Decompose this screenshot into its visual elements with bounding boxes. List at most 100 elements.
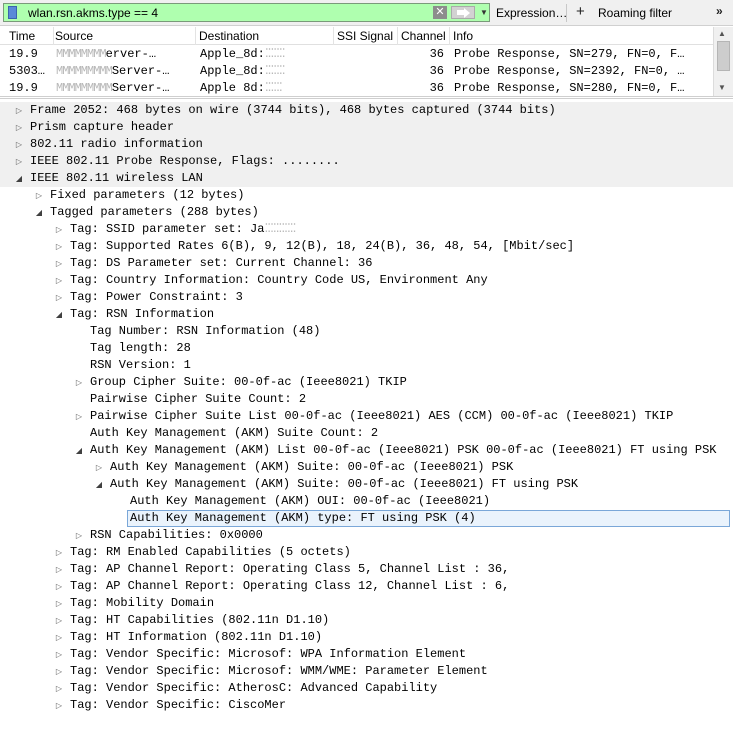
- tree-item[interactable]: ▷ Tag: AP Channel Report: Operating Class…: [0, 561, 733, 578]
- tree-item-label: Auth Key Management (AKM) Suite: 00-0f-a…: [110, 460, 514, 474]
- cell-time: 19.9: [9, 46, 51, 63]
- cell-info: Probe Response, SN=279, FN=0, F…: [454, 46, 704, 63]
- tree-item[interactable]: ▷ Prism capture header: [0, 119, 733, 136]
- expand-arrow-icon[interactable]: ▷: [54, 612, 64, 629]
- tree-item[interactable]: ▷ Auth Key Management (AKM) Suite: 00-0f-…: [0, 459, 733, 476]
- collapse-arrow-icon[interactable]: ◢: [54, 306, 64, 323]
- display-filter-input[interactable]: [26, 4, 426, 21]
- expand-arrow-icon[interactable]: ▷: [54, 697, 64, 714]
- tree-item[interactable]: ▷ Pairwise Cipher Suite List 00-0f-ac (Ie…: [0, 408, 733, 425]
- packet-row[interactable]: 19.9 MMMMMMMMerver-… Apple_8d:⁚⁚⁚⁚⁚⁚⁚ 36 Pro…: [0, 46, 713, 63]
- tree-item[interactable]: ◢ Auth Key Management (AKM) List 00-0f-ac…: [0, 442, 733, 459]
- scroll-up-icon[interactable]: ▲: [718, 29, 726, 38]
- tree-item[interactable]: ▷ IEEE 802.11 Probe Response, Flags: ....…: [0, 153, 733, 170]
- roaming-filter-button[interactable]: Roaming filter: [598, 6, 672, 20]
- tree-item[interactable]: ▷ Tag: SSID parameter set: Ja⁚⁚⁚⁚⁚⁚⁚⁚⁚⁚⁚: [0, 221, 733, 238]
- column-header-info[interactable]: Info: [450, 27, 713, 45]
- collapse-arrow-icon[interactable]: ◢: [34, 204, 44, 221]
- tree-item[interactable]: ▷ Group Cipher Suite: 00-0f-ac (Ieee8021)…: [0, 374, 733, 391]
- expand-arrow-icon[interactable]: ▷: [54, 255, 64, 272]
- tree-item[interactable]: ▷ Tag: HT Capabilities (802.11n D1.10): [0, 612, 733, 629]
- expand-arrow-icon[interactable]: ▷: [74, 408, 84, 425]
- tree-item[interactable]: ▷ Tag: Power Constraint: 3: [0, 289, 733, 306]
- tree-item[interactable]: Auth Key Management (AKM) OUI: 00-0f-ac …: [0, 493, 733, 510]
- tree-item-selected[interactable]: Auth Key Management (AKM) type: FT using…: [0, 510, 733, 527]
- expand-arrow-icon[interactable]: ▷: [34, 187, 44, 204]
- expression-button[interactable]: Expression…: [496, 6, 567, 20]
- expand-arrow-icon[interactable]: ▷: [54, 221, 64, 238]
- tree-item-label: Auth Key Management (AKM) OUI: 00-0f-ac …: [130, 494, 491, 508]
- tree-item-label: Tag: RSN Information: [70, 307, 215, 321]
- scroll-thumb[interactable]: [717, 41, 730, 71]
- collapse-arrow-icon[interactable]: ◢: [14, 170, 24, 187]
- expand-arrow-icon[interactable]: ▷: [54, 663, 64, 680]
- tree-item[interactable]: ▷ RSN Capabilities: 0x0000: [0, 527, 733, 544]
- collapse-arrow-icon[interactable]: ◢: [74, 442, 84, 459]
- expand-arrow-icon[interactable]: ▷: [54, 289, 64, 306]
- cell-info: Probe Response, SN=2392, FN=0, …: [454, 63, 704, 80]
- tree-item[interactable]: ◢ Tag: RSN Information: [0, 306, 733, 323]
- tree-item[interactable]: ◢ Auth Key Management (AKM) Suite: 00-0f-…: [0, 476, 733, 493]
- expand-arrow-icon[interactable]: ▷: [74, 527, 84, 544]
- expand-arrow-icon[interactable]: ▷: [54, 629, 64, 646]
- expand-arrow-icon[interactable]: ▷: [54, 238, 64, 255]
- tree-item[interactable]: ◢ Tagged parameters (288 bytes): [0, 204, 733, 221]
- bookmark-icon[interactable]: [8, 6, 17, 19]
- column-header-channel[interactable]: Channel: [398, 27, 450, 45]
- expand-arrow-icon[interactable]: ▷: [54, 272, 64, 289]
- tree-item[interactable]: Pairwise Cipher Suite Count: 2: [0, 391, 733, 408]
- apply-filter-icon[interactable]: [451, 6, 475, 19]
- tree-item[interactable]: ▷ Frame 2052: 468 bytes on wire (3744 bit…: [0, 102, 733, 119]
- column-header-ssi-signal[interactable]: SSI Signal: [334, 27, 398, 45]
- tree-item-label: Tag: Supported Rates 6(B), 9, 12(B), 18,…: [70, 239, 575, 253]
- tree-item-label: Frame 2052: 468 bytes on wire (3744 bits…: [30, 103, 556, 117]
- expand-arrow-icon[interactable]: ▷: [54, 646, 64, 663]
- expand-arrow-icon[interactable]: ▷: [74, 374, 84, 391]
- toolbar-separator: [566, 4, 567, 22]
- expand-arrow-icon[interactable]: ▷: [94, 459, 104, 476]
- expand-arrow-icon[interactable]: ▷: [14, 153, 24, 170]
- tree-item[interactable]: ▷ Tag: Vendor Specific: CiscoMer: [0, 697, 733, 714]
- tree-item[interactable]: ▷ Tag: RM Enabled Capabilities (5 octets): [0, 544, 733, 561]
- packet-list-scrollbar[interactable]: ▲ ▼: [713, 27, 733, 96]
- column-header-time[interactable]: Time: [6, 27, 54, 45]
- tree-item[interactable]: RSN Version: 1: [0, 357, 733, 374]
- tree-item[interactable]: ▷ Tag: Vendor Specific: Microsof: WPA Inf…: [0, 646, 733, 663]
- expand-arrow-icon[interactable]: ▷: [54, 680, 64, 697]
- expand-arrow-icon[interactable]: ▷: [54, 595, 64, 612]
- tree-item[interactable]: ▷ Fixed parameters (12 bytes): [0, 187, 733, 204]
- filter-history-dropdown-icon[interactable]: ▼: [479, 6, 489, 19]
- tree-item[interactable]: ▷ 802.11 radio information: [0, 136, 733, 153]
- expand-arrow-icon[interactable]: ▷: [14, 136, 24, 153]
- expand-arrow-icon[interactable]: ▷: [14, 119, 24, 136]
- tree-item[interactable]: ▷ Tag: Country Information: Country Code …: [0, 272, 733, 289]
- cell-ssi-signal: [338, 46, 396, 63]
- tree-item[interactable]: ▷ Tag: DS Parameter set: Current Channel:…: [0, 255, 733, 272]
- toolbar-overflow-icon[interactable]: »: [716, 4, 723, 18]
- cell-channel-text: 36: [429, 81, 444, 95]
- add-filter-button-icon[interactable]: +: [576, 3, 585, 21]
- packet-row[interactable]: 19.9 MMMMMMMMMServer-… Apple 8d:⁚⁚⁚⁚⁚⁚ 36 Pr…: [0, 80, 713, 96]
- expand-arrow-icon[interactable]: ▷: [54, 544, 64, 561]
- column-header-source[interactable]: Source: [52, 27, 196, 45]
- tree-item[interactable]: ▷ Tag: AP Channel Report: Operating Class…: [0, 578, 733, 595]
- tree-item[interactable]: ▷ Tag: HT Information (802.11n D1.10): [0, 629, 733, 646]
- clear-filter-icon[interactable]: ✕: [433, 6, 447, 19]
- tree-item[interactable]: ▷ Tag: Mobility Domain: [0, 595, 733, 612]
- tree-item[interactable]: Auth Key Management (AKM) Suite Count: 2: [0, 425, 733, 442]
- tree-item[interactable]: ▷ Tag: Supported Rates 6(B), 9, 12(B), 18…: [0, 238, 733, 255]
- tree-item[interactable]: ▷ Tag: Vendor Specific: Microsof: WMM/WME…: [0, 663, 733, 680]
- tree-item-label: Group Cipher Suite: 00-0f-ac (Ieee8021) …: [90, 375, 407, 389]
- packet-row[interactable]: 5303… MMMMMMMMMServer-… Apple_8d:⁚⁚⁚⁚⁚⁚⁚ 36…: [0, 63, 713, 80]
- column-header-destination[interactable]: Destination: [196, 27, 334, 45]
- tree-item[interactable]: ◢ IEEE 802.11 wireless LAN: [0, 170, 733, 187]
- tree-item[interactable]: Tag Number: RSN Information (48): [0, 323, 733, 340]
- cell-source: MMMMMMMMerver-…: [56, 46, 194, 63]
- collapse-arrow-icon[interactable]: ◢: [94, 476, 104, 493]
- expand-arrow-icon[interactable]: ▷: [54, 578, 64, 595]
- tree-item[interactable]: ▷ Tag: Vendor Specific: AtherosC: Advance…: [0, 680, 733, 697]
- tree-item[interactable]: Tag length: 28: [0, 340, 733, 357]
- scroll-down-icon[interactable]: ▼: [718, 83, 726, 92]
- expand-arrow-icon[interactable]: ▷: [14, 102, 24, 119]
- expand-arrow-icon[interactable]: ▷: [54, 561, 64, 578]
